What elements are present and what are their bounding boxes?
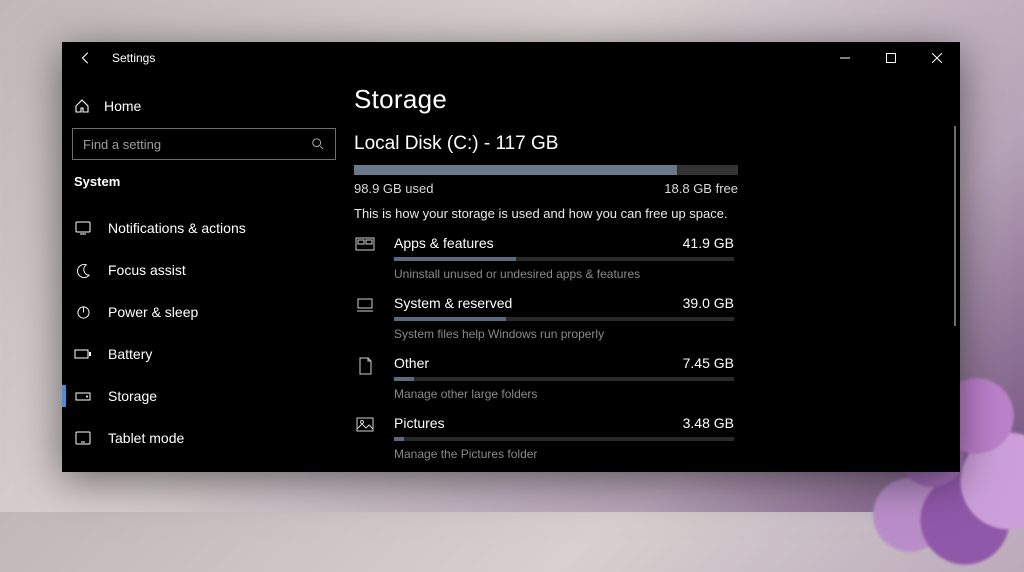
disk-usage-bar <box>354 165 738 175</box>
nav-item-label: Power & sleep <box>108 304 198 320</box>
category-bar <box>394 437 734 441</box>
power-icon <box>74 305 92 320</box>
maximize-icon <box>886 53 896 63</box>
scrollbar[interactable] <box>954 126 956 326</box>
search-icon <box>311 137 325 151</box>
category-icon <box>354 415 376 461</box>
sidebar-section-label: System <box>70 174 338 207</box>
storage-category-pictures[interactable]: Pictures 3.48 GB Manage the Pictures folde… <box>354 415 932 461</box>
close-button[interactable] <box>914 42 960 74</box>
nav-item-label: Focus assist <box>108 262 186 278</box>
home-icon <box>74 98 90 114</box>
storage-category-apps-features[interactable]: Apps & features 41.9 GB Uninstall unused o… <box>354 235 932 281</box>
disk-free: 18.8 GB free <box>664 181 738 196</box>
nav-item-label: Tablet mode <box>108 430 184 446</box>
nav-home-label: Home <box>104 98 141 114</box>
category-hint: Manage other large folders <box>394 387 734 401</box>
back-button[interactable] <box>78 51 94 65</box>
disk-stats: 98.9 GB used 18.8 GB free <box>354 181 738 196</box>
sidebar: Home Find a setting System Notifications… <box>62 74 346 472</box>
maximize-button[interactable] <box>868 42 914 74</box>
drive-icon <box>74 390 92 402</box>
storage-category-system-reserved[interactable]: System & reserved 39.0 GB System files hel… <box>354 295 932 341</box>
disk-usage-fill <box>354 165 677 175</box>
sidebar-nav: Notifications & actions Focus assist Pow… <box>70 207 338 459</box>
window-controls <box>822 42 960 74</box>
battery-icon <box>74 348 92 360</box>
category-name: Apps & features <box>394 235 494 251</box>
storage-description: This is how your storage is used and how… <box>354 206 932 221</box>
close-icon <box>932 53 942 63</box>
nav-home[interactable]: Home <box>70 92 338 128</box>
nav-item-label: Battery <box>108 346 152 362</box>
minimize-icon <box>840 53 850 63</box>
category-size: 41.9 GB <box>683 235 734 251</box>
nav-storage[interactable]: Storage <box>70 375 338 417</box>
nav-tablet-mode[interactable]: Tablet mode <box>70 417 338 459</box>
category-bar <box>394 317 734 321</box>
category-name: System & reserved <box>394 295 512 311</box>
disk-used: 98.9 GB used <box>354 181 434 196</box>
nav-notifications[interactable]: Notifications & actions <box>70 207 338 249</box>
arrow-left-icon <box>79 51 93 65</box>
category-hint: System files help Windows run properly <box>394 327 734 341</box>
category-name: Pictures <box>394 415 445 431</box>
search-placeholder: Find a setting <box>83 137 311 152</box>
category-hint: Uninstall unused or undesired apps & fea… <box>394 267 734 281</box>
category-size: 39.0 GB <box>683 295 734 311</box>
page-title: Storage <box>354 84 932 115</box>
category-hint: Manage the Pictures folder <box>394 447 734 461</box>
notifications-icon <box>74 221 92 235</box>
category-name: Other <box>394 355 429 371</box>
storage-category-other[interactable]: Other 7.45 GB Manage other large folders <box>354 355 932 401</box>
disk-title: Local Disk (C:) - 117 GB <box>354 133 932 155</box>
nav-focus-assist[interactable]: Focus assist <box>70 249 338 291</box>
category-icon <box>354 235 376 281</box>
nav-battery[interactable]: Battery <box>70 333 338 375</box>
nav-item-label: Notifications & actions <box>108 220 246 236</box>
category-icon <box>354 295 376 341</box>
category-bar <box>394 257 734 261</box>
nav-item-label: Storage <box>108 388 157 404</box>
search-input[interactable]: Find a setting <box>72 128 336 160</box>
main-content: Storage Local Disk (C:) - 117 GB 98.9 GB… <box>346 74 960 472</box>
category-size: 3.48 GB <box>683 415 734 431</box>
titlebar: Settings <box>62 42 960 74</box>
moon-icon <box>74 263 92 278</box>
settings-window: Settings Home Find a setting <box>62 42 960 472</box>
category-icon <box>354 355 376 401</box>
category-bar <box>394 377 734 381</box>
tablet-icon <box>74 431 92 445</box>
minimize-button[interactable] <box>822 42 868 74</box>
category-size: 7.45 GB <box>683 355 734 371</box>
window-title: Settings <box>112 51 155 65</box>
nav-power-sleep[interactable]: Power & sleep <box>70 291 338 333</box>
